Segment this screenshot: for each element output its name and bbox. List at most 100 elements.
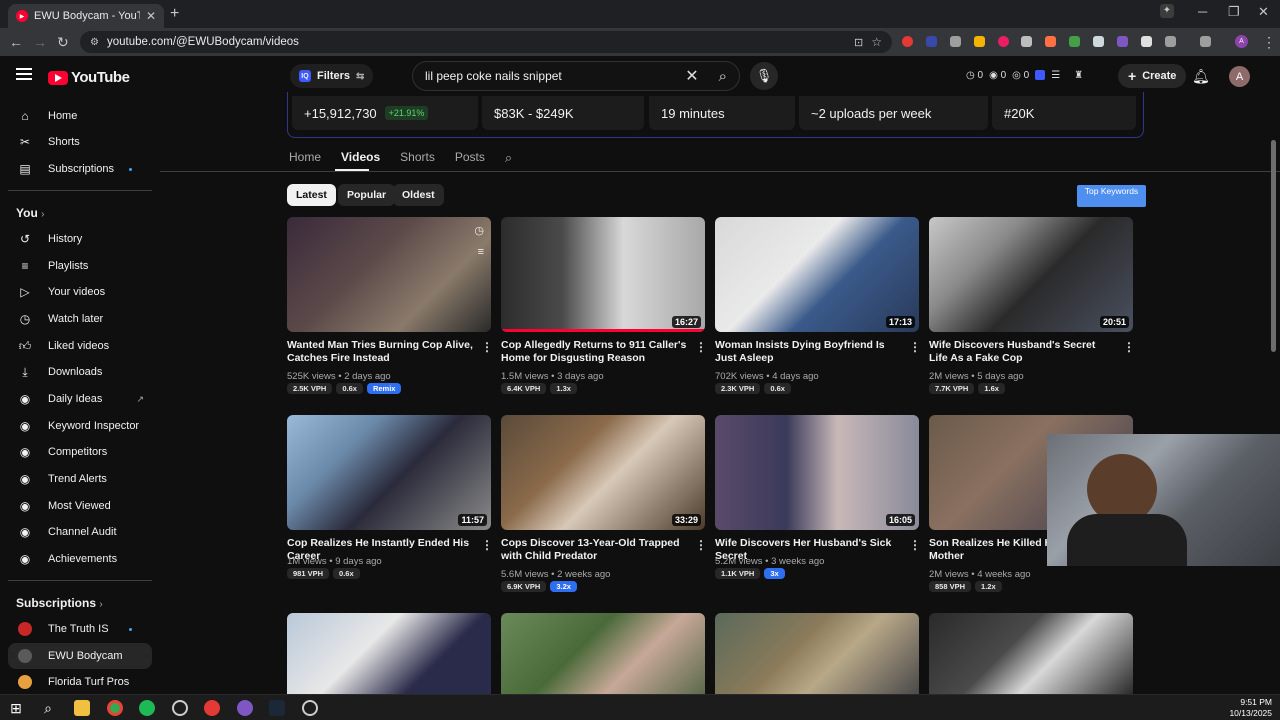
sidebar-item-history[interactable]: ↺ History xyxy=(8,226,152,252)
video-thumbnail[interactable]: 16:27 xyxy=(501,217,705,332)
extension-icon[interactable] xyxy=(950,36,961,47)
back-icon[interactable]: ← xyxy=(9,34,23,50)
sidebar-sub-ewu-bodycam[interactable]: EWU Bodycam xyxy=(8,643,152,669)
search-icon[interactable]: ⌕ xyxy=(719,68,727,85)
more-options-icon[interactable]: ⋮ xyxy=(695,538,707,552)
minimize-icon[interactable]: ─ xyxy=(1198,4,1207,19)
account-avatar[interactable]: A xyxy=(1229,66,1250,87)
sidebar-item-most-viewed[interactable]: ◉ Most Viewed xyxy=(8,493,152,519)
sidebar-item-liked-videos[interactable]: 👍︎ Liked videos xyxy=(8,333,152,359)
tab-shorts[interactable]: Shorts xyxy=(400,150,435,166)
sidebar-item-daily-ideas[interactable]: ◉ Daily Ideas ↗ xyxy=(8,386,152,412)
create-button[interactable]: + Create xyxy=(1118,64,1187,88)
sidebar-item-subscriptions[interactable]: ▤ Subscriptions xyxy=(8,156,152,182)
reload-icon[interactable]: ↻ xyxy=(57,34,69,51)
video-thumbnail[interactable]: 20:51 xyxy=(929,217,1133,332)
tab-home[interactable]: Home xyxy=(289,150,321,166)
subscriptions-heading[interactable]: Subscriptions › xyxy=(16,596,103,610)
more-options-icon[interactable]: ⋮ xyxy=(695,340,707,354)
more-options-icon[interactable]: ⋮ xyxy=(1123,340,1135,354)
extension-icon[interactable] xyxy=(1069,36,1080,47)
extension-icon[interactable] xyxy=(902,36,913,47)
trophy-icon[interactable]: ♜ xyxy=(1074,70,1083,81)
site-info-icon[interactable]: ⚙ xyxy=(90,37,99,48)
page-scrollbar[interactable] xyxy=(1271,140,1276,352)
extension-icon[interactable] xyxy=(1117,36,1128,47)
voice-search-button[interactable]: 🎙 xyxy=(750,62,778,90)
clear-search-icon[interactable]: ✕ xyxy=(685,66,698,86)
more-options-icon[interactable]: ⋮ xyxy=(909,340,921,354)
extension-icon[interactable] xyxy=(926,36,937,47)
extension-icon[interactable] xyxy=(1021,36,1032,47)
tab-videos[interactable]: Videos xyxy=(341,150,380,166)
tab-posts[interactable]: Posts xyxy=(455,150,485,166)
sidebar-item-shorts[interactable]: ✂ Shorts xyxy=(8,129,152,155)
channel-search-icon[interactable]: ⌕ xyxy=(505,150,512,166)
address-bar[interactable]: ⚙ youtube.com/@EWUBodycam/videos ⊡ ☆ xyxy=(80,31,892,53)
sidebar-item-keyword-inspector[interactable]: ◉ Keyword Inspector xyxy=(8,413,152,439)
search-input[interactable]: lil peep coke nails snippet ✕ ⌕ xyxy=(412,61,740,91)
more-options-icon[interactable]: ⋮ xyxy=(909,538,921,552)
video-thumbnail[interactable]: 16:05 xyxy=(715,415,919,530)
app-icon[interactable] xyxy=(302,700,318,716)
close-tab-icon[interactable]: ✕ xyxy=(146,9,156,23)
close-window-icon[interactable]: ✕ xyxy=(1258,4,1269,20)
sidebar-item-competitors[interactable]: ◉ Competitors xyxy=(8,439,152,465)
extension-icon[interactable] xyxy=(1141,36,1152,47)
search-icon[interactable]: ⌕ xyxy=(40,700,56,716)
video-thumbnail[interactable]: ◷ ≡ xyxy=(287,217,491,332)
video-title[interactable]: Cops Discover 13-Year-Old Trapped with C… xyxy=(501,537,687,563)
maximize-icon[interactable]: ❐ xyxy=(1228,4,1240,20)
forward-icon[interactable]: → xyxy=(33,34,47,50)
browser-menu-icon[interactable]: ⋮ xyxy=(1262,34,1276,51)
extension-icon[interactable] xyxy=(1045,36,1056,47)
chat-app-icon[interactable] xyxy=(237,700,253,716)
profile-avatar-icon[interactable]: A xyxy=(1235,35,1248,48)
bookmark-star-icon[interactable]: ☆ xyxy=(871,35,882,49)
chrome-icon[interactable] xyxy=(107,700,123,716)
obs-icon[interactable] xyxy=(172,700,188,716)
sidebar-item-your-videos[interactable]: ▷ Your videos xyxy=(8,279,152,305)
chip-latest[interactable]: Latest xyxy=(287,184,336,206)
extension-icon[interactable] xyxy=(1093,36,1104,47)
video-title[interactable]: Woman Insists Dying Boyfriend Is Just As… xyxy=(715,339,901,365)
sidebar-item-home[interactable]: ⌂ Home xyxy=(8,103,152,129)
sidebar-item-channel-audit[interactable]: ◉ Channel Audit xyxy=(8,519,152,545)
spotify-icon[interactable] xyxy=(139,700,155,716)
sparkle-icon[interactable]: ✦ xyxy=(1160,4,1174,18)
extensions-puzzle-icon[interactable] xyxy=(1165,36,1176,47)
you-heading[interactable]: You › xyxy=(16,206,44,220)
chip-popular[interactable]: Popular xyxy=(338,184,396,206)
steam-icon[interactable] xyxy=(269,700,285,716)
video-thumbnail[interactable] xyxy=(287,613,491,694)
browser-tab[interactable]: ▶ EWU Bodycam - YouTube ✕ xyxy=(8,4,164,28)
sidebar-item-playlists[interactable]: ≡ Playlists xyxy=(8,253,152,279)
sidebar-item-trend-alerts[interactable]: ◉ Trend Alerts xyxy=(8,466,152,492)
video-thumbnail[interactable]: 33:29 xyxy=(501,415,705,530)
video-title[interactable]: Wife Discovers Husband's Secret Life As … xyxy=(929,339,1115,365)
side-panel-icon[interactable] xyxy=(1200,36,1211,47)
more-options-icon[interactable]: ⋮ xyxy=(481,340,493,354)
sidebar-sub-florida-turf-pros[interactable]: Florida Turf Pros xyxy=(8,669,152,695)
video-thumbnail[interactable]: 17:13 xyxy=(715,217,919,332)
remix-badge[interactable]: Remix xyxy=(366,383,402,394)
file-explorer-icon[interactable] xyxy=(74,700,90,716)
video-thumbnail[interactable]: 11:57 xyxy=(287,415,491,530)
watch-later-icon[interactable]: ◷ xyxy=(474,224,484,237)
video-thumbnail[interactable] xyxy=(929,613,1133,694)
extension-icon[interactable] xyxy=(974,36,985,47)
sidebar-item-downloads[interactable]: ⤓ Downloads xyxy=(8,359,152,385)
youtube-logo[interactable]: YouTube xyxy=(48,69,130,86)
more-options-icon[interactable]: ⋮ xyxy=(481,538,493,552)
video-title[interactable]: Cop Allegedly Returns to 911 Caller's Ho… xyxy=(501,339,687,365)
windows-start-icon[interactable]: ⊞ xyxy=(8,700,24,716)
video-thumbnail[interactable] xyxy=(715,613,919,694)
add-to-queue-icon[interactable]: ≡ xyxy=(478,246,484,258)
system-clock[interactable]: 9:51 PM 10/13/2025 xyxy=(1229,697,1272,719)
extension-icon[interactable] xyxy=(998,36,1009,47)
top-keywords-button[interactable]: Top Keywords xyxy=(1077,185,1146,207)
vidiq-icon[interactable] xyxy=(1035,70,1046,80)
list-icon[interactable]: ☰ xyxy=(1051,70,1060,81)
pokeball-icon[interactable] xyxy=(204,700,220,716)
install-app-icon[interactable]: ⊡ xyxy=(854,36,863,49)
